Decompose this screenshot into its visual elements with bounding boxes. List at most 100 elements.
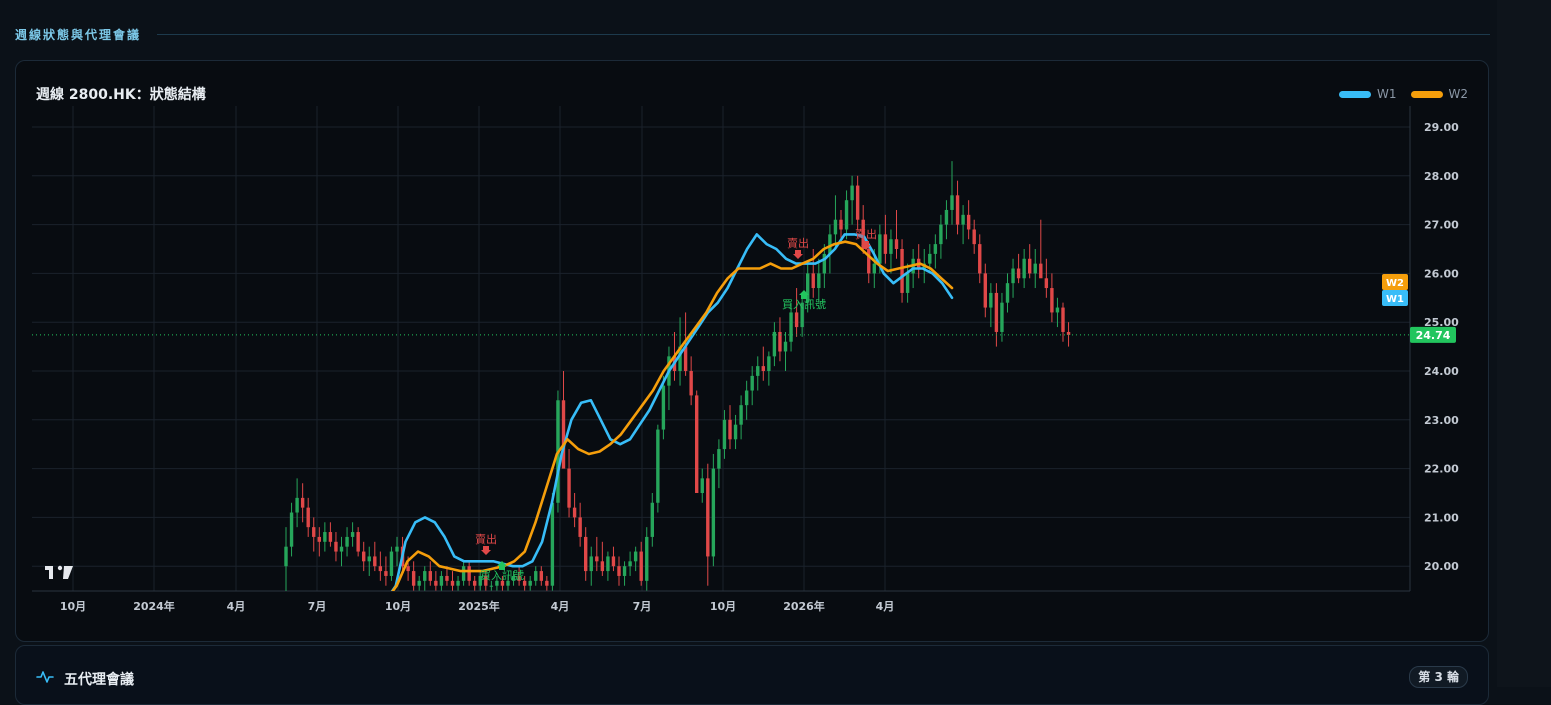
candle-body	[312, 527, 316, 537]
candle-body	[561, 400, 566, 469]
right-scroll-area	[1497, 0, 1551, 687]
candle-body	[395, 546, 399, 552]
candle-body	[695, 395, 699, 493]
candle-body	[989, 292, 993, 308]
candle-body	[767, 356, 771, 371]
candle-body	[334, 541, 338, 552]
y-tick-label: 29.00	[1424, 121, 1459, 134]
candle-body	[772, 331, 777, 357]
x-tick-label: 2025年	[458, 599, 500, 613]
candle-body	[367, 556, 371, 562]
candle-body	[750, 375, 754, 391]
y-tick-label: 22.00	[1424, 463, 1459, 476]
candle-body	[789, 312, 793, 342]
candle-body	[1033, 263, 1037, 274]
candle-body	[1005, 283, 1010, 303]
candle-body	[473, 580, 477, 586]
y-tick-label: 24.00	[1424, 365, 1459, 378]
candle-body	[878, 234, 882, 264]
candle-body	[700, 478, 704, 493]
candle-body	[1039, 263, 1043, 279]
candle-body	[323, 532, 327, 542]
x-tick-label: 4月	[227, 600, 246, 613]
section-header: 週線狀態與代理會議	[15, 24, 1490, 44]
candle-body	[328, 532, 333, 542]
candle-body	[534, 571, 538, 581]
candle-body	[550, 502, 555, 586]
candle-body	[384, 571, 388, 576]
candle-body	[389, 551, 394, 576]
candle-body	[950, 195, 954, 210]
candle-body	[706, 478, 710, 557]
candle-body	[450, 580, 455, 586]
candle-body	[628, 561, 632, 567]
candle-body	[461, 566, 466, 581]
candle-body	[600, 561, 605, 572]
candle-body	[578, 517, 582, 537]
candle-body	[434, 580, 438, 586]
candle-body	[439, 575, 444, 586]
candle-body	[645, 536, 649, 581]
candle-body	[1000, 302, 1004, 332]
candle-body	[633, 551, 638, 562]
buy-signal-label: 買入訊號	[480, 568, 524, 582]
candle-body	[350, 532, 355, 537]
candle-body	[528, 580, 532, 586]
x-tick-label: 4月	[876, 600, 895, 613]
candle-body	[983, 273, 987, 308]
candle-body	[761, 366, 765, 371]
agents-title: 五代理會議	[64, 672, 134, 688]
candle-body	[572, 507, 577, 518]
candle-body	[739, 405, 743, 425]
candle-body	[894, 239, 899, 249]
x-tick-label: 4月	[551, 600, 570, 613]
candle-body	[622, 566, 627, 576]
candle-body	[456, 580, 460, 586]
candle-body	[850, 185, 854, 201]
candle-body	[844, 200, 849, 230]
y-tick-label: 23.00	[1424, 414, 1459, 427]
candle-body	[872, 263, 876, 274]
section-title: 週線狀態與代理會議	[15, 27, 142, 42]
sell-signal-label: 賣出	[787, 236, 809, 250]
candle-body	[939, 224, 943, 245]
candle-body	[711, 468, 716, 557]
round-badge: 第 3 輪	[1409, 666, 1468, 688]
candle-body	[345, 536, 349, 547]
candle-body	[1011, 268, 1015, 284]
candle-body	[972, 229, 976, 245]
candle-body	[855, 185, 860, 220]
series-line-w2	[391, 240, 954, 591]
candle-body	[1055, 307, 1060, 313]
candle-body	[961, 214, 965, 225]
candle-body	[717, 449, 721, 469]
candle-body	[817, 273, 821, 289]
candle-body	[284, 546, 288, 567]
chart-card: 週線 2800.HK：狀態結構 W1 W2 29.00 28.00 27.00 26.…	[15, 60, 1489, 642]
sell-signal-label: 賣出	[855, 227, 877, 241]
activity-icon	[36, 671, 54, 683]
candle-body	[889, 239, 893, 254]
candle-body	[978, 244, 982, 274]
candle-body	[362, 551, 366, 562]
candle-body	[733, 424, 738, 440]
sell-signal-label: 賣出	[475, 532, 497, 546]
candle-body	[606, 556, 610, 572]
candle-body	[639, 551, 643, 581]
candle-body	[994, 292, 999, 332]
candle-body	[756, 366, 760, 376]
candle-body	[373, 556, 377, 567]
series-tag-label-w2: W2	[1386, 278, 1404, 289]
candle-body	[900, 249, 904, 293]
x-tick-label: 10月	[60, 600, 86, 613]
candle-body	[778, 331, 782, 352]
candle-body	[839, 219, 843, 230]
candle-body	[406, 566, 410, 572]
candle-body	[378, 566, 383, 572]
candle-body	[689, 371, 693, 396]
candle-body	[905, 273, 910, 293]
weekly-candlestick-chart[interactable]: 29.0028.0027.0026.0025.0024.0023.0022.00…	[16, 61, 1488, 641]
y-tick-label: 27.00	[1424, 219, 1459, 232]
candle-body	[545, 580, 549, 586]
last-price-label: 24.74	[1416, 329, 1451, 342]
